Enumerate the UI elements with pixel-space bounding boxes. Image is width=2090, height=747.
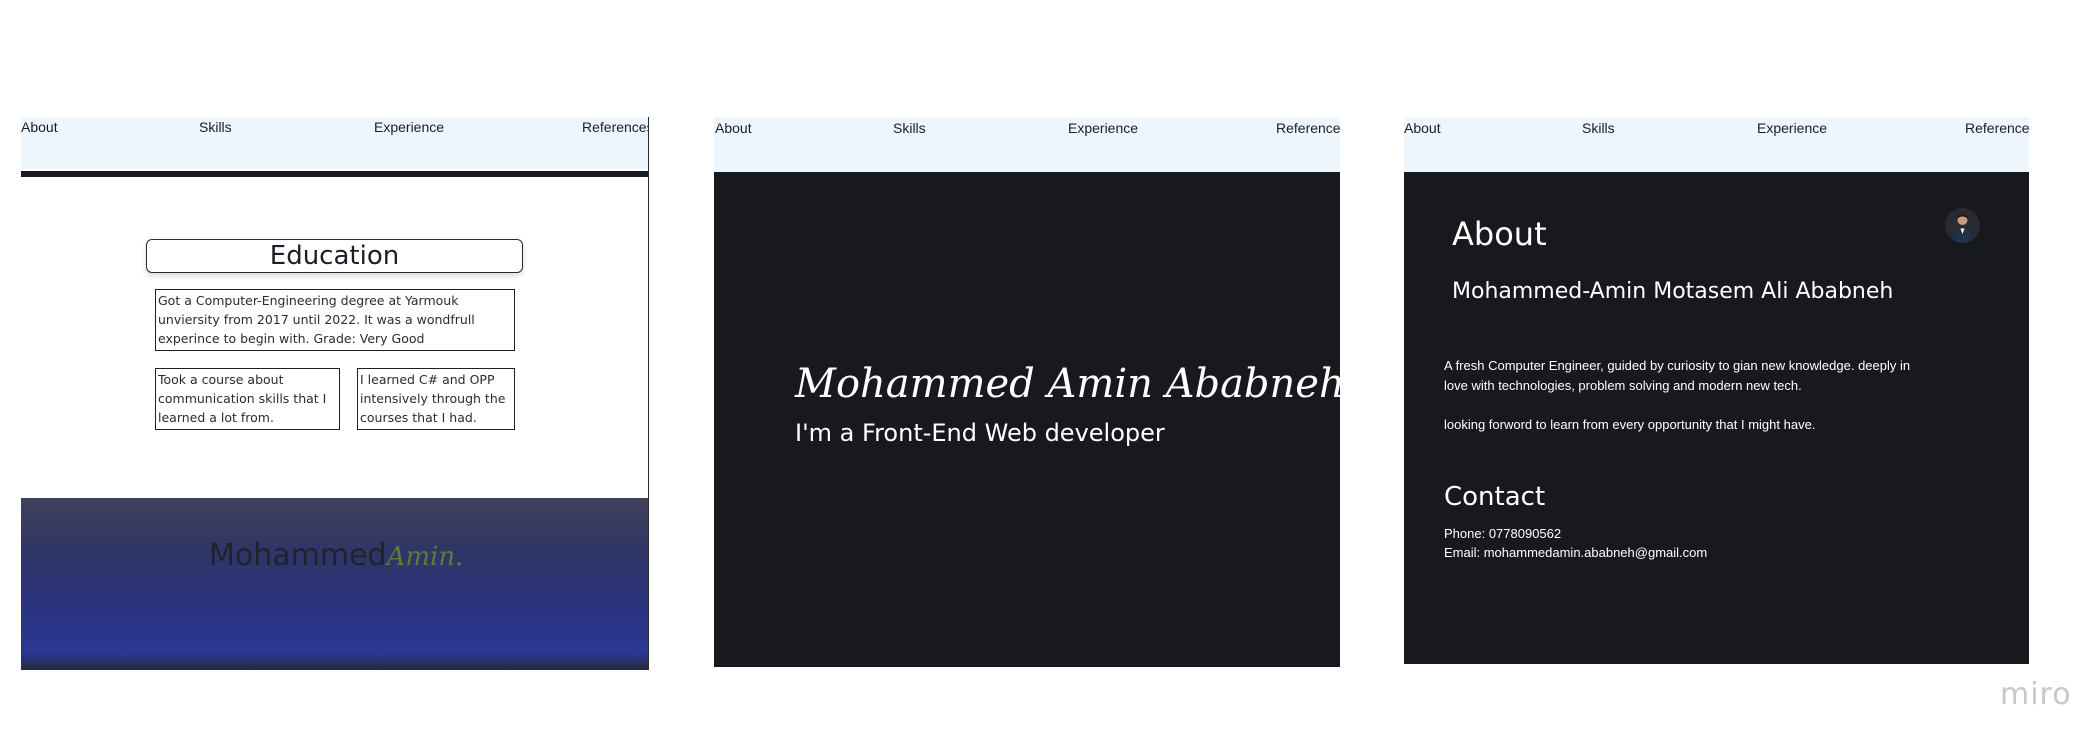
education-heading: Education bbox=[146, 239, 523, 273]
footer-logo[interactable]: MohammedAmin. bbox=[209, 538, 463, 573]
nav-experience-link[interactable]: Experience bbox=[374, 119, 444, 135]
contact-heading: Contact bbox=[1444, 482, 1546, 512]
nav-skills-link[interactable]: Skills bbox=[1582, 120, 1615, 136]
education-page-frame: About Skills Experience References Educa… bbox=[21, 117, 649, 670]
nav-bar: About Skills Experience References bbox=[21, 117, 648, 169]
about-heading: About bbox=[1452, 215, 1547, 253]
about-page-frame: About Skills Experience References About… bbox=[1404, 117, 2029, 664]
full-name: Mohammed-Amin Motasem Ali Ababneh bbox=[1452, 279, 1894, 304]
nav-references-link[interactable]: References bbox=[582, 119, 648, 135]
nav-references-link[interactable]: References bbox=[1276, 120, 1340, 136]
bio-paragraph-1: A fresh Computer Engineer, guided by cur… bbox=[1444, 358, 1911, 393]
nav-references-link[interactable]: References bbox=[1965, 120, 2029, 136]
nav-divider bbox=[21, 171, 648, 177]
nav-bar: About Skills Experience References bbox=[1404, 117, 2029, 172]
hero-subtitle: I'm a Front-End Web developer bbox=[795, 419, 1165, 447]
nav-about-link[interactable]: About bbox=[1404, 120, 1441, 136]
footer-logo-script: Amin. bbox=[386, 542, 464, 572]
miro-watermark: miro bbox=[2000, 677, 2072, 712]
nav-experience-link[interactable]: Experience bbox=[1757, 120, 1827, 136]
degree-card: Got a Computer-Engineering degree at Yar… bbox=[155, 289, 515, 351]
contact-email[interactable]: Email: mohammedamin.ababneh@gmail.com bbox=[1444, 545, 1707, 560]
nav-bar: About Skills Experience References bbox=[714, 117, 1340, 172]
footer: MohammedAmin. bbox=[21, 498, 648, 670]
nav-skills-link[interactable]: Skills bbox=[199, 119, 232, 135]
hero-name: Mohammed Amin Ababneh bbox=[795, 361, 1340, 407]
bio-paragraph-2: looking forword to learn from every oppo… bbox=[1444, 417, 1816, 432]
csharp-course-card: I learned C# and OPP intensively through… bbox=[357, 368, 515, 430]
nav-about-link[interactable]: About bbox=[21, 119, 58, 135]
profile-avatar bbox=[1945, 208, 1980, 243]
communication-course-card: Took a course about communication skills… bbox=[155, 368, 340, 430]
contact-phone[interactable]: Phone: 0778090562 bbox=[1444, 526, 1561, 541]
nav-about-link[interactable]: About bbox=[715, 120, 752, 136]
home-page-frame: About Skills Experience References Moham… bbox=[714, 117, 1340, 667]
nav-experience-link[interactable]: Experience bbox=[1068, 120, 1138, 136]
board-canvas: About Skills Experience References Educa… bbox=[0, 0, 2090, 747]
footer-logo-main: Mohammed bbox=[209, 538, 387, 573]
person-icon bbox=[1945, 208, 1980, 243]
nav-skills-link[interactable]: Skills bbox=[893, 120, 926, 136]
